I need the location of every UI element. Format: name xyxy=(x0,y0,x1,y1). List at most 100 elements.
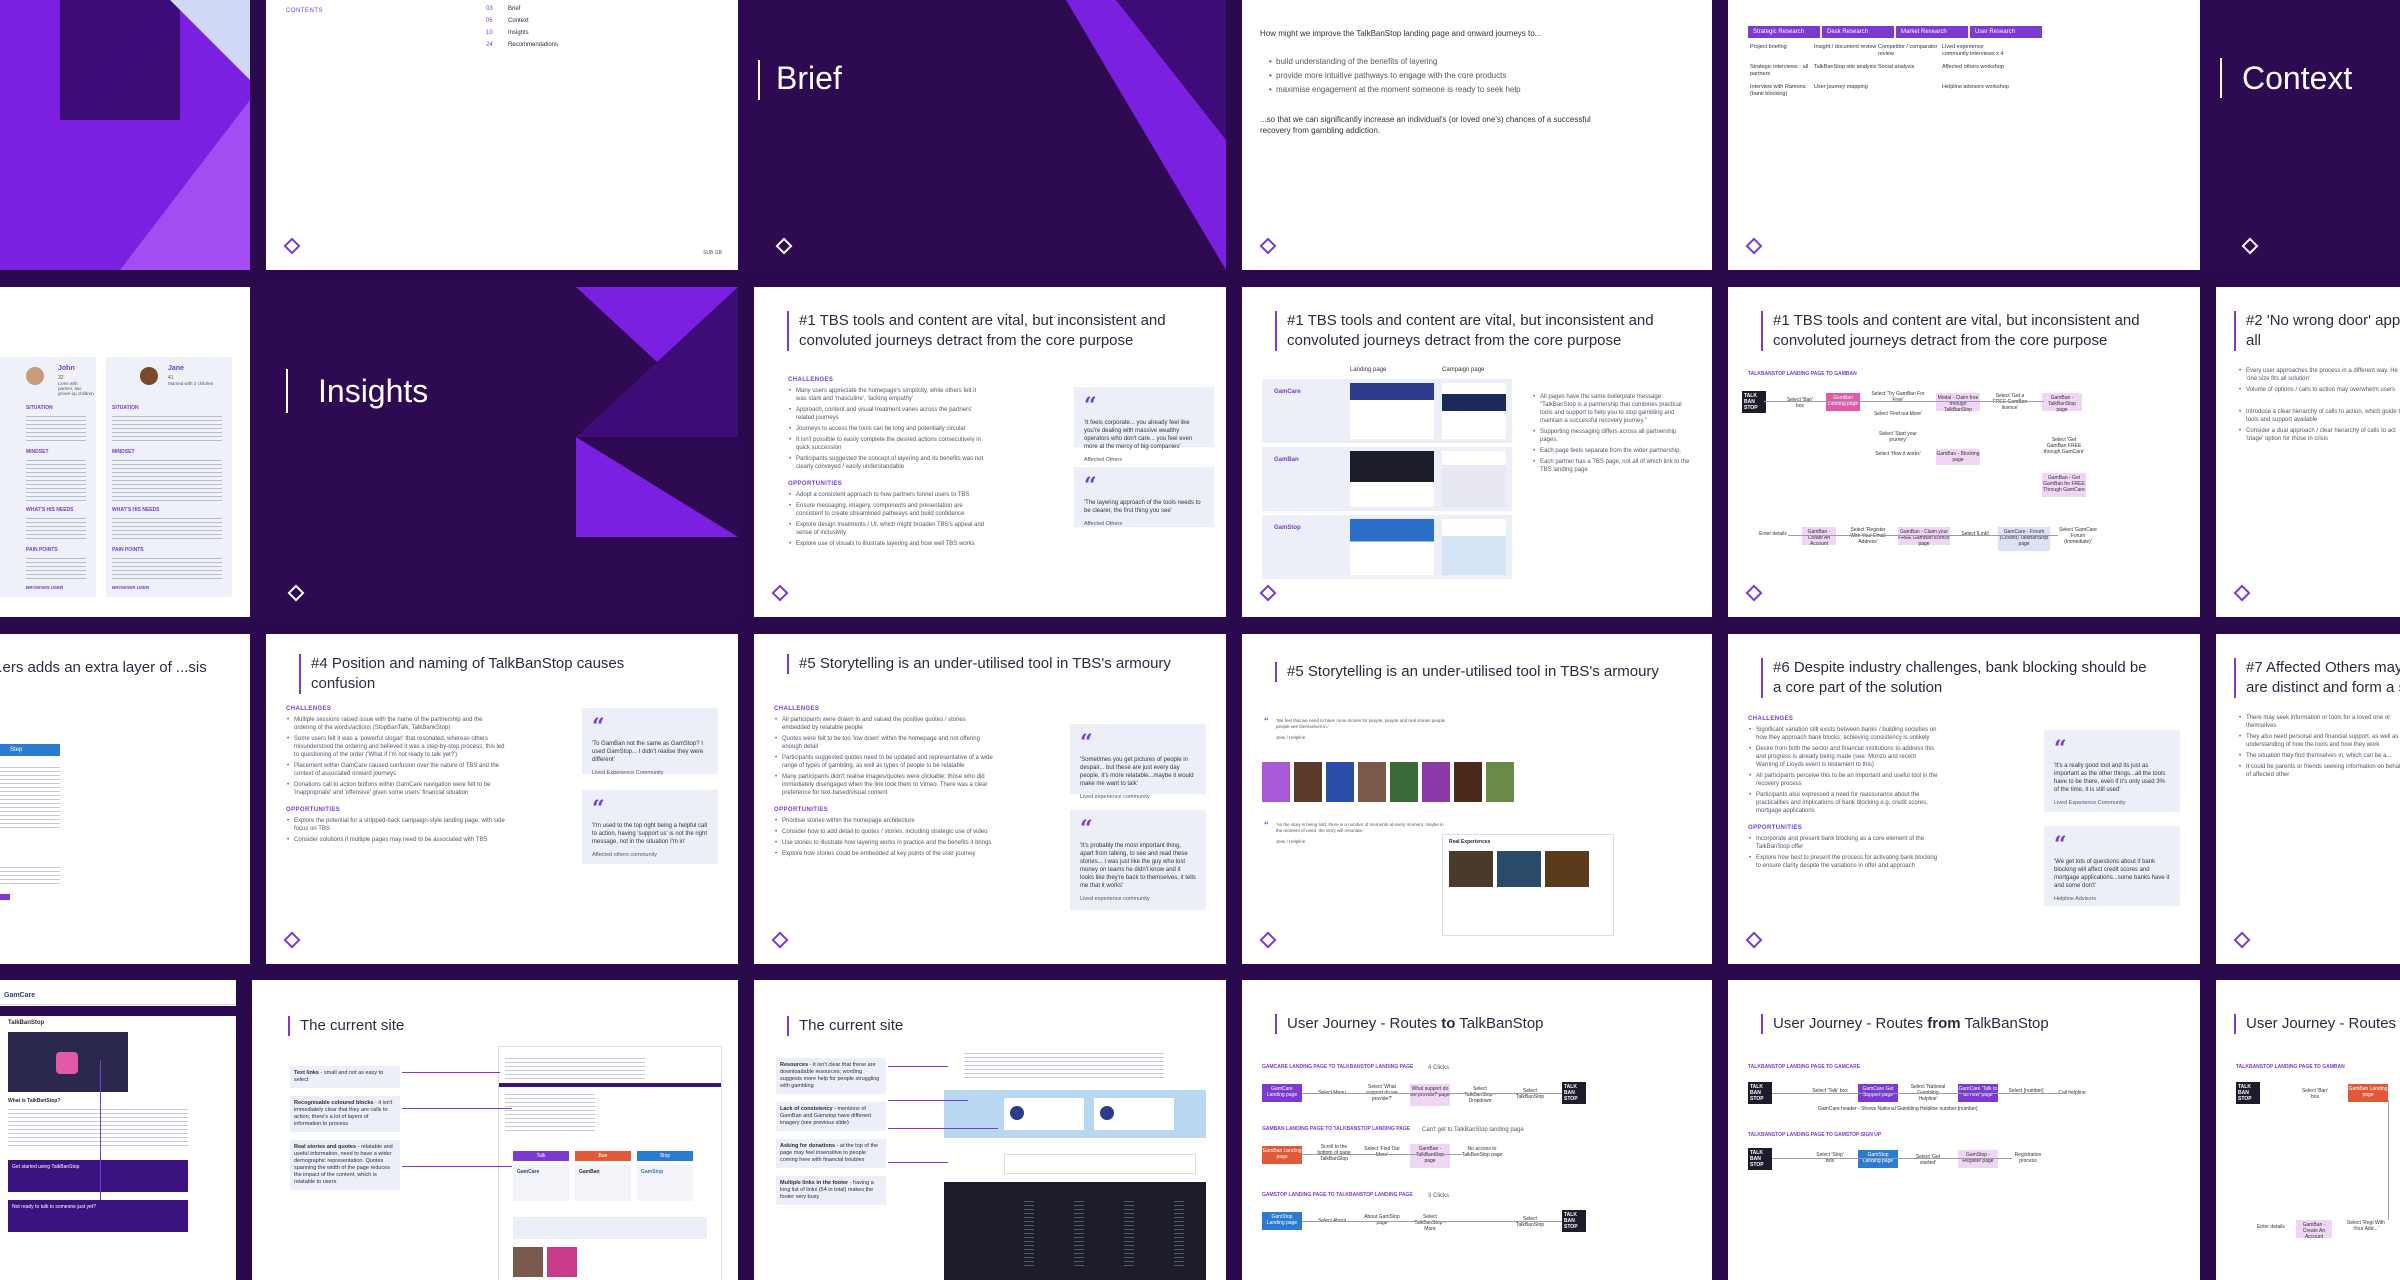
tab-talk[interactable]: Talk xyxy=(513,1151,569,1161)
journey-node[interactable]: GamBan - TalkBanStop page xyxy=(2042,393,2082,413)
contents-footer: SUB GB xyxy=(703,250,722,256)
slide-title: User Journey - Routes from TalkBanStop xyxy=(1761,1014,2160,1034)
slide-title: The current site xyxy=(288,1016,698,1036)
page-thumbnail[interactable] xyxy=(1350,383,1434,439)
journey-node[interactable]: GamBan Landing page xyxy=(1826,393,1860,411)
resource-card[interactable] xyxy=(1094,1098,1174,1130)
callout-line xyxy=(402,1108,512,1109)
quote-card: “ 'It's probably the most important thin… xyxy=(1070,810,1206,910)
insight-1b-slide[interactable]: #1 TBS tools and content are vital, but … xyxy=(1242,287,1712,617)
contents-item[interactable]: 03 Brief xyxy=(486,6,558,12)
challenges-column: CHALLENGES Many users appreciate the hom… xyxy=(788,367,988,551)
quote-mark-icon: “ xyxy=(1080,730,1093,756)
journey-node[interactable]: GamBan Landing page xyxy=(1262,1146,1302,1164)
contents-item[interactable]: 24 Recommendations xyxy=(486,42,558,48)
insight-5b-slide[interactable]: #5 Storytelling is an under-utilised too… xyxy=(1242,634,1712,964)
journey-node[interactable]: GamCare - Forum (Closed) TalkBanStop pag… xyxy=(1998,527,2050,551)
slide-title: #5 Storytelling is an under-utilised too… xyxy=(787,654,1179,674)
current-site-2-slide[interactable]: The current site Resources - it isn't cl… xyxy=(754,980,1226,1280)
journey-to-slide[interactable]: User Journey - Routes to TalkBanStop GAM… xyxy=(1242,980,1712,1280)
challenges-column: CHALLENGES Significant variation still e… xyxy=(1748,706,1938,873)
text-lines xyxy=(0,764,60,828)
context-slide[interactable]: Context xyxy=(2200,0,2400,270)
title-rule xyxy=(2220,58,2222,98)
journey-node[interactable]: Modal - Claim free through TalkBanStop xyxy=(1936,393,1980,413)
tab-ban[interactable]: Ban xyxy=(575,1151,631,1161)
cover-slide[interactable] xyxy=(0,0,250,270)
insight-1-slide[interactable]: #1 TBS tools and content are vital, but … xyxy=(754,287,1226,617)
step-button[interactable]: Step xyxy=(0,744,60,756)
insight-5-slide[interactable]: #5 Storytelling is an under-utilised too… xyxy=(754,634,1226,964)
quote-mark-icon: “ xyxy=(1084,473,1097,499)
journey-node[interactable]: GamBan - Blocking page xyxy=(1936,449,1980,465)
journey-node[interactable]: GamBan Landing page xyxy=(2348,1084,2388,1102)
page-thumbnail[interactable] xyxy=(1350,451,1434,507)
partner-card[interactable]: GamBan xyxy=(575,1165,631,1201)
current-site-1-slide[interactable]: The current site Text links - small and … xyxy=(252,980,738,1280)
insight-2-slide[interactable]: #2 'No wrong door' appr... for all Every… xyxy=(2216,287,2400,617)
page-thumbnail[interactable] xyxy=(1350,519,1434,575)
promo-block[interactable]: Not ready to talk to someone just yet? xyxy=(8,1200,188,1232)
journey-node[interactable]: GamCare Landing page xyxy=(1262,1084,1302,1102)
partner-card[interactable]: GamStop xyxy=(637,1165,693,1201)
journey-node[interactable]: GamStop Landing page xyxy=(1262,1212,1302,1230)
story-thumbnail[interactable] xyxy=(1294,762,1322,802)
story-thumbnail[interactable] xyxy=(1497,851,1541,887)
promo-block[interactable]: Get started using TalkBanStop xyxy=(8,1160,188,1192)
resource-card[interactable] xyxy=(1004,1098,1084,1130)
journey-node[interactable]: GamStop Landing page xyxy=(1858,1150,1898,1168)
tab-stop[interactable]: Stop xyxy=(637,1151,693,1161)
gamcare-screenshot-slide[interactable]: GamCare TalkBanStop What is TalkBanStop?… xyxy=(0,980,236,1280)
brand-logo[interactable]: GamCare xyxy=(4,992,35,999)
journey-node[interactable]: GamBan - Claim your FREE GamBan licence … xyxy=(1898,527,1950,547)
story-thumbnail[interactable] xyxy=(1449,851,1493,887)
cover-shape-light xyxy=(170,0,250,80)
page-thumbnail[interactable] xyxy=(1442,451,1506,507)
journey-node[interactable]: GamBan - TalkBanStop page xyxy=(1410,1144,1450,1168)
insight-7-slide[interactable]: #7 Affected Others may ... are distinct … xyxy=(2216,634,2400,964)
page-thumbnail[interactable] xyxy=(1442,383,1506,439)
contents-item[interactable]: 10 Insights xyxy=(486,30,558,36)
journey-node[interactable]: GamBan - Get GamBan for FREE Through Gam… xyxy=(2042,473,2086,497)
story-thumbnail[interactable] xyxy=(1422,762,1450,802)
journey-edge-slide[interactable]: User Journey - Routes fr... TALKBANSTOP … xyxy=(2216,980,2400,1280)
hero-video[interactable] xyxy=(8,1032,128,1092)
story-thumbnail[interactable] xyxy=(513,1247,543,1277)
journey-node[interactable]: GamStop - Register page xyxy=(1958,1150,1998,1168)
personas-slide[interactable]: John 32 Lives with partner, two grown-up… xyxy=(0,287,250,617)
story-thumbnail[interactable] xyxy=(547,1247,577,1277)
site-header: GamCare xyxy=(0,990,236,1005)
insight-6-slide[interactable]: #6 Despite industry challenges, bank blo… xyxy=(1728,634,2200,964)
connector-line xyxy=(1302,1154,1462,1155)
partner-card[interactable]: GamCare xyxy=(513,1165,569,1201)
insights-slide[interactable]: Insights xyxy=(250,287,738,617)
journey-from-slide[interactable]: User Journey - Routes from TalkBanStop T… xyxy=(1728,980,2200,1280)
story-thumbnail[interactable] xyxy=(1358,762,1386,802)
contents-slide[interactable]: CONTENTS 03 Brief 06 Context 10 Insights 24… xyxy=(266,0,738,270)
research-slide[interactable]: Strategic Research Desk Research Market … xyxy=(1728,0,2200,270)
contents-item[interactable]: 06 Context xyxy=(486,18,558,24)
story-thumbnail[interactable] xyxy=(1262,762,1290,802)
story-thumbnail[interactable] xyxy=(1454,762,1482,802)
insight-1c-slide[interactable]: #1 TBS tools and content are vital, but … xyxy=(1728,287,2200,617)
brief-slide[interactable]: Brief xyxy=(738,0,1226,270)
journey-node[interactable]: GamBan - Create An Account xyxy=(2296,1220,2332,1240)
story-thumbnail[interactable] xyxy=(1545,851,1589,887)
slide-title: User Journey - Routes fr... xyxy=(2234,1014,2400,1034)
insight-3-slide[interactable]: ...ers adds an extra layer of ...sis Ste… xyxy=(0,634,250,964)
journey-node[interactable]: What support do we provide? page xyxy=(1410,1084,1450,1106)
diamond-logo-icon xyxy=(771,931,789,949)
hmw-bullet: provide more intuitive pathways to engag… xyxy=(1269,70,1628,81)
hmw-slide[interactable]: How might we improve the TalkBanStop lan… xyxy=(1242,0,1712,270)
page-thumbnail[interactable] xyxy=(1442,519,1506,575)
insight-4-slide[interactable]: #4 Position and naming of TalkBanStop ca… xyxy=(266,634,738,964)
story-thumbnail[interactable] xyxy=(1486,762,1514,802)
footer-links[interactable] xyxy=(984,1198,1184,1268)
marker xyxy=(0,894,10,900)
journey-node[interactable]: GamBan - Create An Account xyxy=(1802,527,1836,547)
story-thumbnail[interactable] xyxy=(1326,762,1354,802)
quote-card: “ 'It's a really good tool and its just … xyxy=(2044,730,2180,812)
page-heading: TalkBanStop xyxy=(8,1020,45,1026)
story-thumbnail[interactable] xyxy=(1390,762,1418,802)
connector-line xyxy=(1764,401,2044,402)
